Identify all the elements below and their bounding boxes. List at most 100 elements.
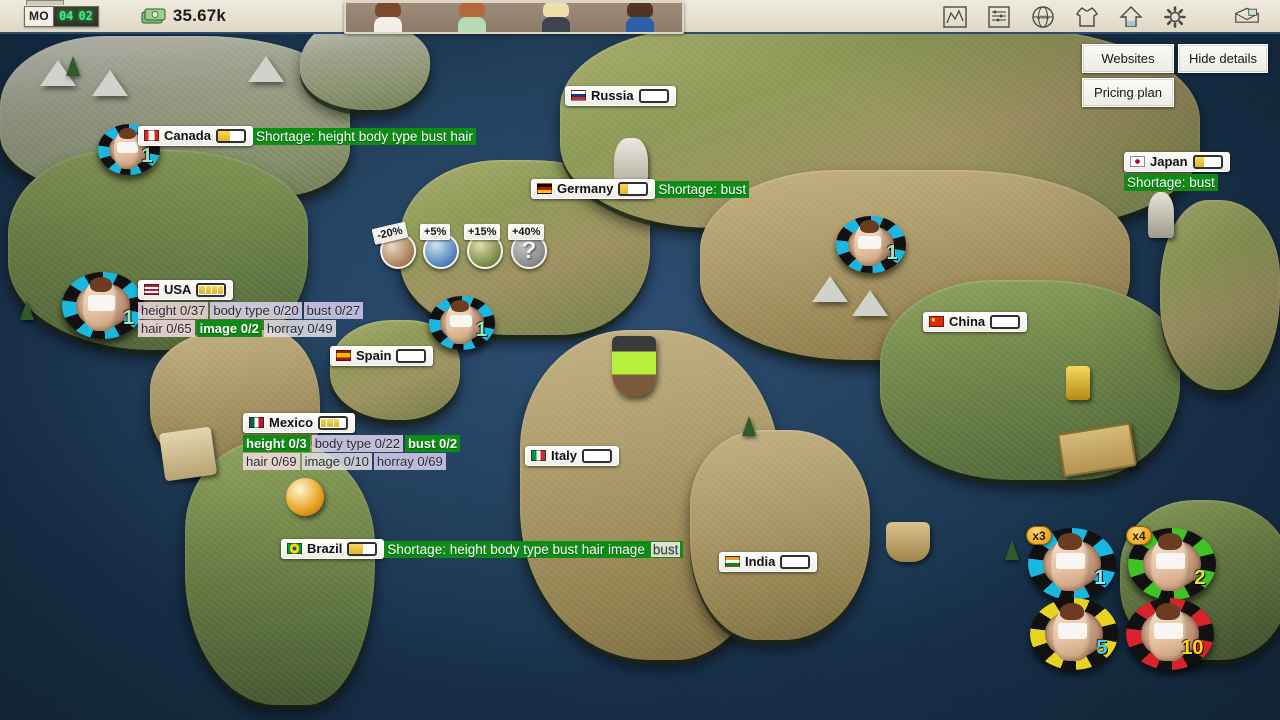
- progress-fill: [1195, 157, 1205, 167]
- modifier-plus-40[interactable]: ? +40%: [508, 224, 550, 268]
- germany-flag: [537, 183, 552, 194]
- country-mexico[interactable]: Mexico height 0/3body type 0/22bust 0/2ha…: [243, 413, 460, 471]
- country-label: Germany: [557, 181, 613, 196]
- stat-row: height 0/37body type 0/20bust 0/27: [138, 302, 363, 319]
- modifier-minus-20[interactable]: -20%: [372, 220, 423, 272]
- calendar-month-label: MO: [25, 7, 54, 26]
- country-nameplate[interactable]: India: [719, 552, 817, 572]
- china-flag: [929, 316, 944, 327]
- country-label: Japan: [1150, 154, 1188, 169]
- country-nameplate[interactable]: Russia: [565, 86, 676, 106]
- tree-icon: [20, 300, 34, 320]
- token-1[interactable]: 1x3: [1028, 528, 1116, 600]
- top-bar: MO 04 02 35.67k: [0, 0, 1280, 34]
- token-number: 5: [1096, 637, 1107, 660]
- websites-button[interactable]: Websites: [1082, 44, 1174, 73]
- calendar-digit-1: 04: [59, 9, 73, 23]
- www-globe-icon[interactable]: www: [1028, 4, 1058, 30]
- placed-token-asia[interactable]: 1: [836, 216, 906, 273]
- model-figure-icon: [1051, 537, 1090, 592]
- country-india[interactable]: India: [719, 552, 817, 572]
- casino-chip-icon: 5: [1030, 598, 1118, 670]
- model-figure-icon: [854, 223, 885, 266]
- country-russia[interactable]: Russia: [565, 86, 676, 106]
- stat-chip: hair 0/65: [138, 320, 195, 337]
- country-label: USA: [164, 282, 191, 297]
- country-nameplate[interactable]: Mexico: [243, 413, 355, 433]
- brazil-flag: [287, 543, 302, 554]
- stat-chip: body type 0/22: [312, 435, 403, 452]
- stat-chip: hair 0/69: [243, 453, 300, 470]
- country-nameplate[interactable]: Italy: [525, 446, 619, 466]
- token-2[interactable]: 2x4: [1128, 528, 1216, 600]
- country-progress-bar: [1193, 155, 1223, 169]
- placed-token-europe[interactable]: 1: [429, 296, 495, 350]
- country-progress-bar: [618, 182, 648, 196]
- country-nameplate[interactable]: Spain: [330, 346, 433, 366]
- token-multiplier-badge: x4: [1126, 526, 1152, 545]
- country-label: Italy: [551, 448, 577, 463]
- country-nameplate[interactable]: Germany: [531, 179, 655, 199]
- token-number: 1: [123, 307, 134, 330]
- gold-coin-stack-icon: [1066, 366, 1090, 400]
- landmass-japan: [1160, 200, 1280, 390]
- spain-flag: [336, 350, 351, 361]
- country-nameplate[interactable]: Japan: [1124, 152, 1230, 172]
- casino-chip-icon: 1: [836, 216, 906, 273]
- hide-details-button[interactable]: Hide details: [1178, 44, 1268, 73]
- modifier-plus-15[interactable]: +15%: [464, 224, 506, 268]
- country-canada[interactable]: CanadaShortage: height body type bust ha…: [138, 126, 476, 146]
- placed-token-usa[interactable]: 1: [62, 272, 144, 339]
- country-nameplate[interactable]: Brazil: [281, 539, 384, 559]
- country-progress-bar: [990, 315, 1020, 329]
- landmass-china: [880, 280, 1180, 480]
- country-china[interactable]: China: [923, 312, 1027, 332]
- stat-row: height 0/3body type 0/22bust 0/2: [243, 435, 460, 452]
- pricing-plan-button[interactable]: Pricing plan: [1082, 78, 1174, 107]
- country-label: Mexico: [269, 415, 313, 430]
- country-progress-bar: [780, 555, 810, 569]
- token-5[interactable]: 5: [1030, 598, 1118, 670]
- money-stack-icon: [141, 8, 167, 25]
- usa-flag: [144, 284, 159, 295]
- shortage-dim-item: bust: [651, 542, 681, 557]
- country-label: India: [745, 554, 775, 569]
- portrait-avatar[interactable]: [365, 1, 411, 32]
- progress-fill: [620, 184, 628, 194]
- tshirt-icon[interactable]: [1072, 4, 1102, 30]
- accounting-icon[interactable]: [984, 4, 1014, 30]
- token-10[interactable]: 10: [1126, 598, 1214, 670]
- country-spain[interactable]: Spain: [330, 346, 433, 366]
- token-number: 1: [141, 145, 152, 168]
- portrait-avatar[interactable]: [533, 1, 579, 32]
- country-japan[interactable]: JapanShortage: bust: [1124, 152, 1280, 192]
- map-icon[interactable]: [940, 4, 970, 30]
- casino-chip-icon: 1: [62, 272, 144, 339]
- landmass-india: [690, 430, 870, 640]
- country-brazil[interactable]: BrazilShortage: height body type bust ha…: [281, 539, 683, 559]
- country-nameplate[interactable]: China: [923, 312, 1027, 332]
- stat-chip: height 0/37: [138, 302, 208, 319]
- country-germany[interactable]: GermanyShortage: bust: [531, 179, 749, 199]
- svg-text:www: www: [1036, 15, 1051, 21]
- modifier-badges: -20% +5% +15% ? +40%: [376, 224, 552, 268]
- portrait-avatar[interactable]: [617, 1, 663, 32]
- mail-icon[interactable]: [1232, 4, 1262, 30]
- country-stats: height 0/3body type 0/22bust 0/2hair 0/6…: [243, 435, 460, 470]
- calendar-clock[interactable]: MO 04 02: [24, 6, 99, 27]
- portrait-avatar[interactable]: [449, 1, 495, 32]
- stat-chip: bust 0/2: [405, 435, 460, 452]
- country-italy[interactable]: Italy: [525, 446, 619, 466]
- gear-icon[interactable]: [1160, 4, 1190, 30]
- model-figure-icon: [446, 302, 475, 343]
- character-portrait-bar[interactable]: [344, 1, 684, 34]
- upload-house-icon[interactable]: [1116, 4, 1146, 30]
- basket-icon: [886, 522, 930, 562]
- modifier-plus-5[interactable]: +5%: [420, 224, 462, 268]
- landmark-lighthouse: [612, 336, 656, 396]
- country-label: Spain: [356, 348, 391, 363]
- country-progress-bar: [639, 89, 669, 103]
- country-nameplate[interactable]: Canada: [138, 126, 253, 146]
- country-nameplate[interactable]: USA: [138, 280, 233, 300]
- country-usa[interactable]: USA height 0/37body type 0/20bust 0/27hai…: [138, 280, 363, 338]
